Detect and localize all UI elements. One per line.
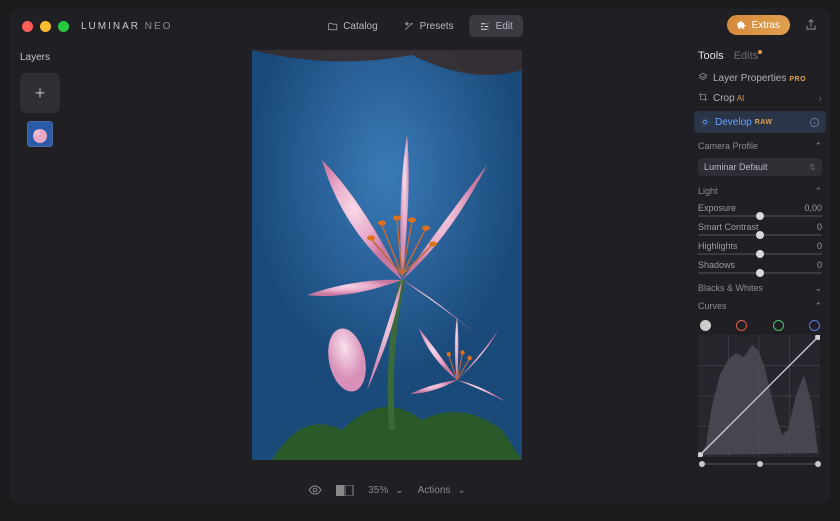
panel-tabs: Tools Edits — [698, 50, 822, 62]
sliders-icon — [480, 21, 491, 32]
catalog-tab[interactable]: Catalog — [317, 15, 387, 37]
highlights-value: 0 — [817, 241, 822, 251]
develop-label: Develop — [715, 117, 752, 128]
actions-menu[interactable]: Actions⌄ — [418, 485, 466, 496]
eye-icon[interactable] — [308, 483, 322, 497]
curves-mid-point[interactable] — [757, 461, 763, 467]
edit-label: Edit — [496, 21, 513, 32]
smart-contrast-slider: Smart Contrast 0 — [698, 222, 822, 236]
smart-contrast-value: 0 — [817, 222, 822, 232]
extras-button[interactable]: Extras — [727, 15, 790, 35]
shadows-slider: Shadows 0 — [698, 260, 822, 274]
canvas-footer: 35%⌄ Actions⌄ — [82, 476, 692, 504]
curves-black-point[interactable] — [699, 461, 705, 467]
add-layer-button[interactable]: + — [20, 73, 60, 113]
minimize-window-button[interactable] — [40, 21, 51, 32]
light-section[interactable]: Light⌃ — [698, 182, 822, 200]
presets-label: Presets — [420, 21, 454, 32]
highlights-label: Highlights — [698, 241, 738, 251]
layers-icon — [698, 72, 708, 82]
app-window: LUMINAR NEO Catalog Presets Edit Extras … — [10, 8, 830, 504]
smart-contrast-track[interactable] — [698, 234, 822, 236]
zoom-level[interactable]: 35%⌄ — [368, 485, 403, 496]
window-controls — [22, 21, 69, 32]
exposure-value: 0,00 — [804, 203, 822, 213]
smart-contrast-handle[interactable] — [756, 231, 764, 239]
shadows-track[interactable] — [698, 272, 822, 274]
green-channel[interactable] — [773, 320, 784, 331]
puzzle-icon — [737, 20, 747, 30]
edit-tab[interactable]: Edit — [470, 15, 523, 37]
shadows-value: 0 — [817, 260, 822, 270]
presets-tab[interactable]: Presets — [394, 15, 464, 37]
share-icon[interactable] — [804, 18, 818, 32]
layers-panel: Layers + — [10, 44, 82, 504]
blacks-whites-section[interactable]: Blacks & Whites⌄ — [698, 279, 822, 297]
exposure-track[interactable] — [698, 215, 822, 217]
curves-white-point[interactable] — [815, 461, 821, 467]
canvas-area: 35%⌄ Actions⌄ — [82, 44, 692, 504]
camera-profile-section[interactable]: Camera Profile⌃ — [698, 137, 822, 155]
info-icon[interactable] — [809, 117, 820, 128]
maximize-window-button[interactable] — [58, 21, 69, 32]
compare-toggle[interactable] — [336, 485, 354, 496]
smart-contrast-label: Smart Contrast — [698, 222, 759, 232]
extras-label: Extras — [752, 20, 780, 31]
curves-channel-chips — [700, 320, 820, 331]
tools-panel: Tools Edits Layer PropertiesPRO CropAI ›… — [692, 44, 830, 504]
image-stage — [82, 44, 692, 476]
compare-icon — [336, 485, 354, 496]
app-body: Layers + — [10, 44, 830, 504]
top-mode-switch: Catalog Presets Edit — [317, 15, 523, 37]
close-window-button[interactable] — [22, 21, 33, 32]
crop-icon — [698, 92, 708, 102]
main-image[interactable] — [252, 50, 522, 460]
layer-properties-row[interactable]: Layer PropertiesPRO — [698, 68, 822, 88]
exposure-label: Exposure — [698, 203, 736, 213]
titlebar: LUMINAR NEO Catalog Presets Edit Extras — [10, 8, 830, 44]
edits-tab[interactable]: Edits — [734, 50, 762, 62]
blue-channel[interactable] — [809, 320, 820, 331]
wand-icon — [404, 21, 415, 32]
crop-row[interactable]: CropAI › — [698, 88, 822, 108]
curves-editor[interactable] — [698, 335, 820, 457]
shadows-label: Shadows — [698, 260, 735, 270]
develop-row[interactable]: DevelopRAW — [694, 111, 826, 133]
luma-channel[interactable] — [700, 320, 711, 331]
curves-range-slider[interactable] — [700, 463, 820, 465]
layers-title: Layers — [20, 52, 72, 63]
app-brand: LUMINAR NEO — [81, 21, 172, 32]
exposure-slider: Exposure 0,00 — [698, 203, 822, 217]
curves-section[interactable]: Curves⌃ — [698, 297, 822, 315]
camera-profile-select[interactable]: Luminar Default⇅ — [698, 158, 822, 176]
catalog-label: Catalog — [343, 21, 377, 32]
highlights-track[interactable] — [698, 253, 822, 255]
exposure-handle[interactable] — [756, 212, 764, 220]
red-channel[interactable] — [736, 320, 747, 331]
tools-tab[interactable]: Tools — [698, 50, 724, 62]
thumb-image — [28, 122, 52, 146]
folder-icon — [327, 21, 338, 32]
sun-icon — [700, 117, 710, 127]
highlights-handle[interactable] — [756, 250, 764, 258]
layer-thumbnail[interactable] — [27, 121, 53, 147]
shadows-handle[interactable] — [756, 269, 764, 277]
highlights-slider: Highlights 0 — [698, 241, 822, 255]
